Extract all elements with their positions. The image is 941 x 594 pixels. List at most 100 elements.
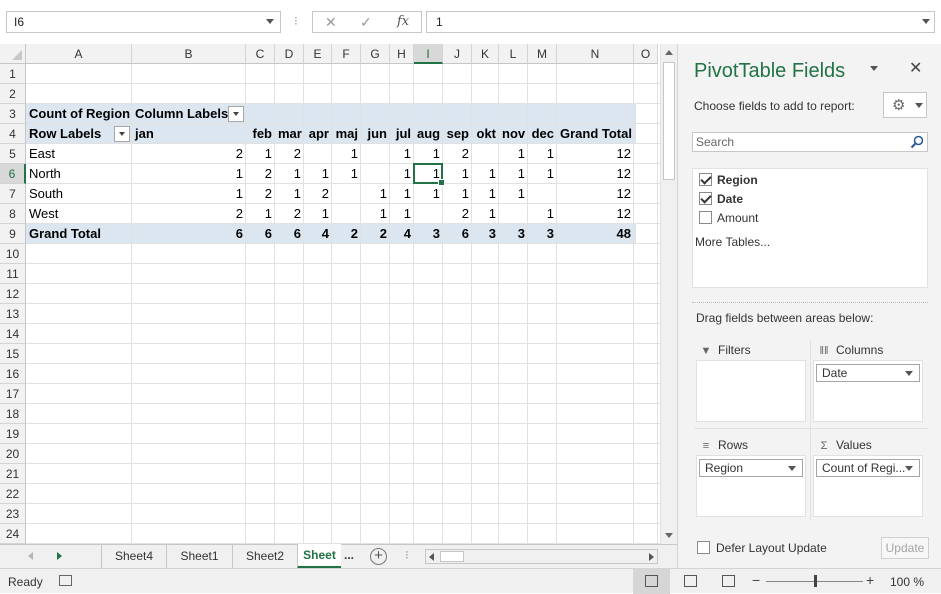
grand-total-cell[interactable]: 6 (132, 224, 246, 244)
value-cell[interactable]: 1 (246, 144, 275, 164)
row-header-22[interactable]: 22 (0, 484, 26, 504)
filters-area[interactable] (696, 360, 806, 422)
value-cell[interactable]: 1 (390, 184, 414, 204)
column-header-n[interactable]: N (557, 44, 634, 64)
row-header-14[interactable]: 14 (0, 324, 26, 344)
value-cell[interactable]: 1 (443, 164, 472, 184)
add-sheet-icon[interactable]: + (370, 548, 387, 565)
month-header[interactable]: aug (414, 124, 443, 144)
column-header-b[interactable]: B (132, 44, 246, 64)
value-cell[interactable]: 2 (443, 204, 472, 224)
grand-total-cell[interactable]: 6 (246, 224, 275, 244)
row-total-cell[interactable]: 12 (557, 204, 634, 224)
month-header[interactable]: mar (275, 124, 304, 144)
row-header-4[interactable]: 4 (0, 124, 26, 144)
rows-field-region[interactable]: Region (699, 459, 803, 477)
month-header[interactable]: apr (304, 124, 332, 144)
chevron-down-icon[interactable] (905, 371, 913, 376)
value-cell[interactable]: 1 (528, 164, 557, 184)
row-label[interactable]: East (26, 144, 132, 164)
zoom-in-button[interactable]: + (866, 572, 874, 588)
field-search-input[interactable]: Search (692, 132, 928, 152)
value-cell[interactable] (361, 164, 390, 184)
search-icon[interactable] (910, 135, 924, 149)
sheet-tab-sheet1[interactable]: Sheet1 (166, 545, 232, 568)
value-cell[interactable]: 1 (414, 144, 443, 164)
value-cell[interactable]: 1 (472, 184, 499, 204)
value-cell[interactable]: 1 (499, 144, 528, 164)
scroll-left-icon[interactable] (429, 553, 434, 561)
value-cell[interactable]: 1 (332, 164, 361, 184)
row-header-15[interactable]: 15 (0, 344, 26, 364)
month-header[interactable]: okt (472, 124, 499, 144)
zoom-out-button[interactable]: − (752, 572, 760, 588)
value-cell[interactable]: 1 (361, 184, 390, 204)
column-header-h[interactable]: H (390, 44, 414, 64)
formula-input[interactable]: 1 (426, 11, 935, 33)
row-label[interactable]: South (26, 184, 132, 204)
column-header-j[interactable]: J (443, 44, 472, 64)
column-header-o[interactable]: O (634, 44, 658, 64)
column-header-m[interactable]: M (528, 44, 557, 64)
grand-total-cell[interactable]: 3 (528, 224, 557, 244)
values-area[interactable]: Count of Regi... (813, 455, 923, 517)
row-label[interactable]: North (26, 164, 132, 184)
value-cell[interactable] (472, 144, 499, 164)
value-cell[interactable]: 1 (472, 204, 499, 224)
sheet-tab-sheet4[interactable]: Sheet4 (101, 545, 166, 568)
close-icon[interactable]: ✕ (909, 58, 922, 78)
value-cell[interactable]: 1 (390, 144, 414, 164)
chevron-down-icon[interactable] (905, 466, 913, 471)
grand-total-cell[interactable]: 4 (390, 224, 414, 244)
row-header-16[interactable]: 16 (0, 364, 26, 384)
row-header-17[interactable]: 17 (0, 384, 26, 404)
row-header-2[interactable]: 2 (0, 84, 26, 104)
row-header-7[interactable]: 7 (0, 184, 26, 204)
tab-overflow[interactable]: ... (344, 548, 354, 562)
vertical-scrollbar[interactable] (660, 44, 677, 544)
row-header-19[interactable]: 19 (0, 424, 26, 444)
row-header-3[interactable]: 3 (0, 104, 26, 124)
row-header-1[interactable]: 1 (0, 64, 26, 84)
row-header-9[interactable]: 9 (0, 224, 26, 244)
column-header-k[interactable]: K (472, 44, 499, 64)
value-cell[interactable]: 1 (528, 144, 557, 164)
scroll-down-icon[interactable] (665, 533, 673, 538)
value-cell[interactable] (528, 184, 557, 204)
month-header[interactable]: jan (132, 124, 246, 144)
value-cell[interactable] (414, 204, 443, 224)
row-header-21[interactable]: 21 (0, 464, 26, 484)
value-cell[interactable]: 1 (528, 204, 557, 224)
value-cell[interactable] (332, 204, 361, 224)
cells-area[interactable]: Count of Region Column Labels Row Labels ja… (26, 64, 660, 544)
column-header-f[interactable]: F (332, 44, 361, 64)
value-cell[interactable]: 1 (246, 204, 275, 224)
row-header-11[interactable]: 11 (0, 264, 26, 284)
column-header-l[interactable]: L (499, 44, 528, 64)
zoom-level[interactable]: 100 % (890, 575, 924, 589)
chevron-down-icon[interactable] (788, 466, 796, 471)
update-button[interactable]: Update (881, 537, 929, 559)
column-header-d[interactable]: D (275, 44, 304, 64)
value-cell[interactable]: 2 (443, 144, 472, 164)
column-header-c[interactable]: C (246, 44, 275, 64)
value-cell[interactable]: 2 (246, 164, 275, 184)
row-header-13[interactable]: 13 (0, 304, 26, 324)
macro-recording-icon[interactable] (59, 575, 72, 586)
grand-total-cell[interactable]: 2 (332, 224, 361, 244)
value-cell[interactable]: 1 (275, 164, 304, 184)
grand-total-cell[interactable]: 3 (414, 224, 443, 244)
sheet-tab-sheet[interactable]: Sheet (297, 544, 341, 569)
expand-formula-icon[interactable] (922, 19, 930, 24)
grand-total-cell[interactable]: 4 (304, 224, 332, 244)
zoom-slider-thumb[interactable] (814, 575, 817, 587)
tab-splitter-icon[interactable]: ⁝ (405, 548, 409, 562)
scroll-thumb[interactable] (663, 62, 675, 180)
value-cell[interactable] (332, 184, 361, 204)
row-total-cell[interactable]: 12 (557, 164, 634, 184)
cancel-icon[interactable]: ✕ (325, 14, 337, 31)
more-tables-link[interactable]: More Tables... (695, 235, 770, 249)
row-header-20[interactable]: 20 (0, 444, 26, 464)
columns-area[interactable]: Date (813, 360, 923, 422)
normal-view-button[interactable] (633, 569, 670, 594)
